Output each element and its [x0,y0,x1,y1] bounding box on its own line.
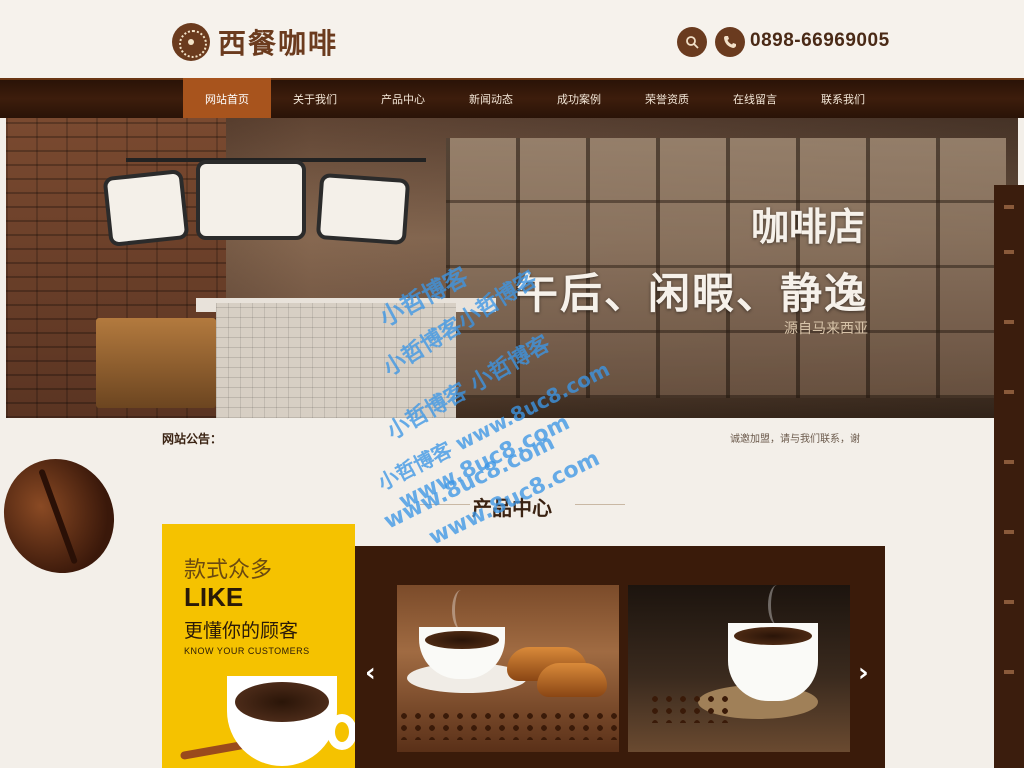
nav-item-honors[interactable]: 荣誉资质 [623,80,711,118]
search-button[interactable] [677,27,707,57]
main-nav: 网站首页 关于我们 产品中心 新闻动态 成功案例 荣誉资质 在线留言 联系我们 [0,78,1024,120]
strip-tick [1004,670,1014,674]
banner-slogan: 午后、闲暇、静逸 [516,269,869,318]
coffee-beans [397,710,619,740]
nav-item-news[interactable]: 新闻动态 [447,80,535,118]
notice-label: 网站公告： [162,432,223,446]
promo-cup-handle [327,714,357,750]
strip-tick [1004,205,1014,209]
logo-text: 西餐咖啡 [218,27,339,60]
product-image-coffee-croissant[interactable] [397,585,619,752]
promo-card[interactable]: 款式众多 LIKE 更懂你的顾客 KNOW YOUR CUSTOMERS [162,524,357,768]
nav-item-about[interactable]: 关于我们 [271,80,359,118]
product-image-coffee-cup[interactable] [628,585,850,752]
site-header: 西餐咖啡 0898-66969005 [0,0,1024,78]
logo-emblem-icon [172,23,210,61]
notice-marquee-text[interactable]: 诚邀加盟，请与我们联系，谢 [730,430,860,445]
strip-tick [1004,530,1014,534]
menu-board [102,169,190,247]
promo-coffee-cup [227,676,337,766]
coffee-beans [648,693,728,723]
site-logo[interactable]: 西餐咖啡 [172,22,338,62]
steam [452,590,470,630]
croissant [537,663,607,697]
promo-line-2: LIKE [184,582,244,612]
nav-item-message[interactable]: 在线留言 [711,80,799,118]
strip-tick [1004,320,1014,324]
strip-tick [1004,460,1014,464]
side-scroll-strip[interactable] [994,185,1024,768]
phone-number: 0898-66969005 [750,30,890,51]
carousel-prev-arrow-icon[interactable]: ‹ [365,658,376,688]
banner-subtitle: 源自马来西亚 [784,321,868,337]
banner-title: 咖啡店 [751,205,866,249]
nav-item-products[interactable]: 产品中心 [359,80,447,118]
strip-tick [1004,390,1014,394]
menu-board [315,172,411,246]
menu-board [196,160,306,240]
search-icon [686,36,699,49]
banner-shelf [96,318,216,408]
title-divider-right [575,504,625,505]
phone-icon [715,27,745,57]
coffee-cup [728,623,818,701]
nav-item-contact[interactable]: 联系我们 [799,80,887,118]
promo-line-3: 更懂你的顾客 [184,620,299,642]
nav-item-cases[interactable]: 成功案例 [535,80,623,118]
nav-item-home[interactable]: 网站首页 [183,78,271,120]
promo-line-1: 款式众多 [184,558,273,583]
promo-line-4: KNOW YOUR CUSTOMERS [184,646,310,656]
strip-tick [1004,600,1014,604]
strip-tick [1004,250,1014,254]
carousel-next-arrow-icon[interactable]: › [858,658,869,688]
steam [768,585,786,625]
